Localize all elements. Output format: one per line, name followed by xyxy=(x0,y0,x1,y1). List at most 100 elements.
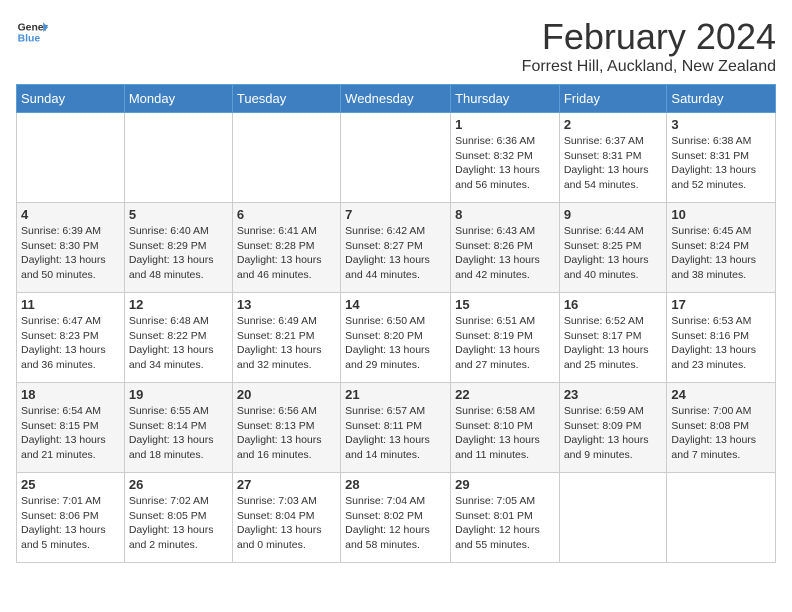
logo-icon: General Blue xyxy=(16,16,48,48)
day-number: 28 xyxy=(345,477,446,492)
day-number: 20 xyxy=(237,387,336,402)
day-info: Sunrise: 7:00 AM Sunset: 8:08 PM Dayligh… xyxy=(671,404,771,463)
calendar-cell: 2 Sunrise: 6:37 AM Sunset: 8:31 PM Daylig… xyxy=(559,113,667,203)
calendar-cell: 8 Sunrise: 6:43 AM Sunset: 8:26 PM Daylig… xyxy=(451,203,560,293)
day-number: 11 xyxy=(21,297,120,312)
day-info: Sunrise: 6:59 AM Sunset: 8:09 PM Dayligh… xyxy=(564,404,663,463)
calendar-cell: 21 Sunrise: 6:57 AM Sunset: 8:11 PM Dayli… xyxy=(341,383,451,473)
calendar-cell: 10 Sunrise: 6:45 AM Sunset: 8:24 PM Dayli… xyxy=(667,203,776,293)
calendar-cell: 27Sunrise: 7:03 AM Sunset: 8:04 PM Dayli… xyxy=(232,473,340,563)
day-number: 6 xyxy=(237,207,336,222)
calendar-week-2: 4 Sunrise: 6:39 AM Sunset: 8:30 PM Daylig… xyxy=(17,203,776,293)
calendar-cell: 28Sunrise: 7:04 AM Sunset: 8:02 PM Dayli… xyxy=(341,473,451,563)
calendar-cell xyxy=(341,113,451,203)
col-friday: Friday xyxy=(559,85,667,113)
day-number: 9 xyxy=(564,207,663,222)
calendar-cell: 4 Sunrise: 6:39 AM Sunset: 8:30 PM Daylig… xyxy=(17,203,125,293)
col-thursday: Thursday xyxy=(451,85,560,113)
day-number: 4 xyxy=(21,207,120,222)
day-info: Sunrise: 6:41 AM Sunset: 8:28 PM Dayligh… xyxy=(237,224,336,283)
day-info: Sunrise: 6:42 AM Sunset: 8:27 PM Dayligh… xyxy=(345,224,446,283)
calendar-week-5: 25Sunrise: 7:01 AM Sunset: 8:06 PM Dayli… xyxy=(17,473,776,563)
calendar-cell: 18 Sunrise: 6:54 AM Sunset: 8:15 PM Dayli… xyxy=(17,383,125,473)
day-number: 12 xyxy=(129,297,228,312)
day-number: 22 xyxy=(455,387,555,402)
day-info: Sunrise: 6:53 AM Sunset: 8:16 PM Dayligh… xyxy=(671,314,771,373)
day-number: 24 xyxy=(671,387,771,402)
day-number: 5 xyxy=(129,207,228,222)
svg-text:Blue: Blue xyxy=(18,34,41,45)
calendar-cell: 11 Sunrise: 6:47 AM Sunset: 8:23 PM Dayli… xyxy=(17,293,125,383)
col-wednesday: Wednesday xyxy=(341,85,451,113)
calendar-cell: 25Sunrise: 7:01 AM Sunset: 8:06 PM Dayli… xyxy=(17,473,125,563)
calendar-cell: 20 Sunrise: 6:56 AM Sunset: 8:13 PM Dayli… xyxy=(232,383,340,473)
calendar-cell: 26 Sunrise: 7:02 AM Sunset: 8:05 PM Dayli… xyxy=(124,473,232,563)
day-info: Sunrise: 7:05 AM Sunset: 8:01 PM Dayligh… xyxy=(455,494,555,553)
day-number: 17 xyxy=(671,297,771,312)
day-info: Sunrise: 6:40 AM Sunset: 8:29 PM Dayligh… xyxy=(129,224,228,283)
day-number: 3 xyxy=(671,117,771,132)
day-number: 1 xyxy=(455,117,555,132)
day-number: 16 xyxy=(564,297,663,312)
day-number: 7 xyxy=(345,207,446,222)
location: Forrest Hill, Auckland, New Zealand xyxy=(522,58,776,76)
day-number: 8 xyxy=(455,207,555,222)
day-number: 19 xyxy=(129,387,228,402)
day-info: Sunrise: 6:54 AM Sunset: 8:15 PM Dayligh… xyxy=(21,404,120,463)
day-number: 21 xyxy=(345,387,446,402)
day-number: 23 xyxy=(564,387,663,402)
day-number: 25 xyxy=(21,477,120,492)
col-monday: Monday xyxy=(124,85,232,113)
day-number: 13 xyxy=(237,297,336,312)
day-info: Sunrise: 6:56 AM Sunset: 8:13 PM Dayligh… xyxy=(237,404,336,463)
calendar-table: Sunday Monday Tuesday Wednesday Thursday… xyxy=(16,84,776,563)
day-number: 29 xyxy=(455,477,555,492)
day-info: Sunrise: 6:55 AM Sunset: 8:14 PM Dayligh… xyxy=(129,404,228,463)
day-number: 14 xyxy=(345,297,446,312)
header-row: Sunday Monday Tuesday Wednesday Thursday… xyxy=(17,85,776,113)
day-number: 2 xyxy=(564,117,663,132)
calendar-cell: 3 Sunrise: 6:38 AM Sunset: 8:31 PM Daylig… xyxy=(667,113,776,203)
day-info: Sunrise: 6:51 AM Sunset: 8:19 PM Dayligh… xyxy=(455,314,555,373)
calendar-cell xyxy=(124,113,232,203)
day-number: 18 xyxy=(21,387,120,402)
day-info: Sunrise: 6:50 AM Sunset: 8:20 PM Dayligh… xyxy=(345,314,446,373)
calendar-cell: 12Sunrise: 6:48 AM Sunset: 8:22 PM Dayli… xyxy=(124,293,232,383)
calendar-cell: 22 Sunrise: 6:58 AM Sunset: 8:10 PM Dayli… xyxy=(451,383,560,473)
calendar-cell: 6 Sunrise: 6:41 AM Sunset: 8:28 PM Daylig… xyxy=(232,203,340,293)
calendar-week-3: 11 Sunrise: 6:47 AM Sunset: 8:23 PM Dayli… xyxy=(17,293,776,383)
day-info: Sunrise: 6:49 AM Sunset: 8:21 PM Dayligh… xyxy=(237,314,336,373)
calendar-cell xyxy=(559,473,667,563)
day-info: Sunrise: 6:37 AM Sunset: 8:31 PM Dayligh… xyxy=(564,134,663,193)
day-info: Sunrise: 6:38 AM Sunset: 8:31 PM Dayligh… xyxy=(671,134,771,193)
calendar-cell xyxy=(232,113,340,203)
calendar-cell: 17 Sunrise: 6:53 AM Sunset: 8:16 PM Dayli… xyxy=(667,293,776,383)
day-info: Sunrise: 6:57 AM Sunset: 8:11 PM Dayligh… xyxy=(345,404,446,463)
col-sunday: Sunday xyxy=(17,85,125,113)
calendar-cell: 5 Sunrise: 6:40 AM Sunset: 8:29 PM Daylig… xyxy=(124,203,232,293)
day-info: Sunrise: 6:39 AM Sunset: 8:30 PM Dayligh… xyxy=(21,224,120,283)
day-info: Sunrise: 6:36 AM Sunset: 8:32 PM Dayligh… xyxy=(455,134,555,193)
day-info: Sunrise: 6:58 AM Sunset: 8:10 PM Dayligh… xyxy=(455,404,555,463)
day-info: Sunrise: 6:52 AM Sunset: 8:17 PM Dayligh… xyxy=(564,314,663,373)
calendar-week-4: 18 Sunrise: 6:54 AM Sunset: 8:15 PM Dayli… xyxy=(17,383,776,473)
logo: General Blue xyxy=(16,16,48,48)
day-number: 26 xyxy=(129,477,228,492)
day-info: Sunrise: 7:03 AM Sunset: 8:04 PM Dayligh… xyxy=(237,494,336,553)
calendar-cell: 19 Sunrise: 6:55 AM Sunset: 8:14 PM Dayli… xyxy=(124,383,232,473)
day-info: Sunrise: 6:45 AM Sunset: 8:24 PM Dayligh… xyxy=(671,224,771,283)
calendar-cell: 14 Sunrise: 6:50 AM Sunset: 8:20 PM Dayli… xyxy=(341,293,451,383)
calendar-cell xyxy=(667,473,776,563)
calendar-cell: 1 Sunrise: 6:36 AM Sunset: 8:32 PM Daylig… xyxy=(451,113,560,203)
day-number: 10 xyxy=(671,207,771,222)
day-info: Sunrise: 7:02 AM Sunset: 8:05 PM Dayligh… xyxy=(129,494,228,553)
calendar-cell: 7 Sunrise: 6:42 AM Sunset: 8:27 PM Daylig… xyxy=(341,203,451,293)
calendar-cell: 9Sunrise: 6:44 AM Sunset: 8:25 PM Daylig… xyxy=(559,203,667,293)
calendar-cell: 13 Sunrise: 6:49 AM Sunset: 8:21 PM Dayli… xyxy=(232,293,340,383)
day-info: Sunrise: 6:47 AM Sunset: 8:23 PM Dayligh… xyxy=(21,314,120,373)
day-info: Sunrise: 6:43 AM Sunset: 8:26 PM Dayligh… xyxy=(455,224,555,283)
col-tuesday: Tuesday xyxy=(232,85,340,113)
calendar-cell: 15Sunrise: 6:51 AM Sunset: 8:19 PM Dayli… xyxy=(451,293,560,383)
calendar-cell: 16 Sunrise: 6:52 AM Sunset: 8:17 PM Dayli… xyxy=(559,293,667,383)
calendar-cell: 23 Sunrise: 6:59 AM Sunset: 8:09 PM Dayli… xyxy=(559,383,667,473)
